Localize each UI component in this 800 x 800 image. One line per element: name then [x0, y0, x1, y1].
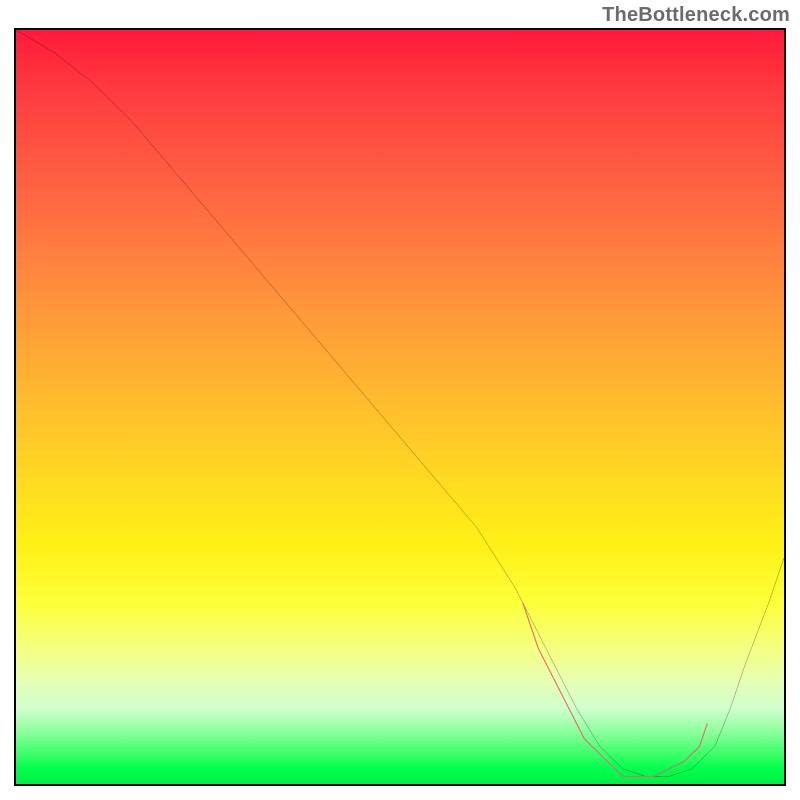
- plot-frame: [14, 28, 786, 786]
- highlight-segment: [523, 603, 707, 776]
- watermark-text: TheBottleneck.com: [602, 4, 790, 27]
- chart-svg: [16, 30, 784, 784]
- bottleneck-curve: [16, 30, 784, 776]
